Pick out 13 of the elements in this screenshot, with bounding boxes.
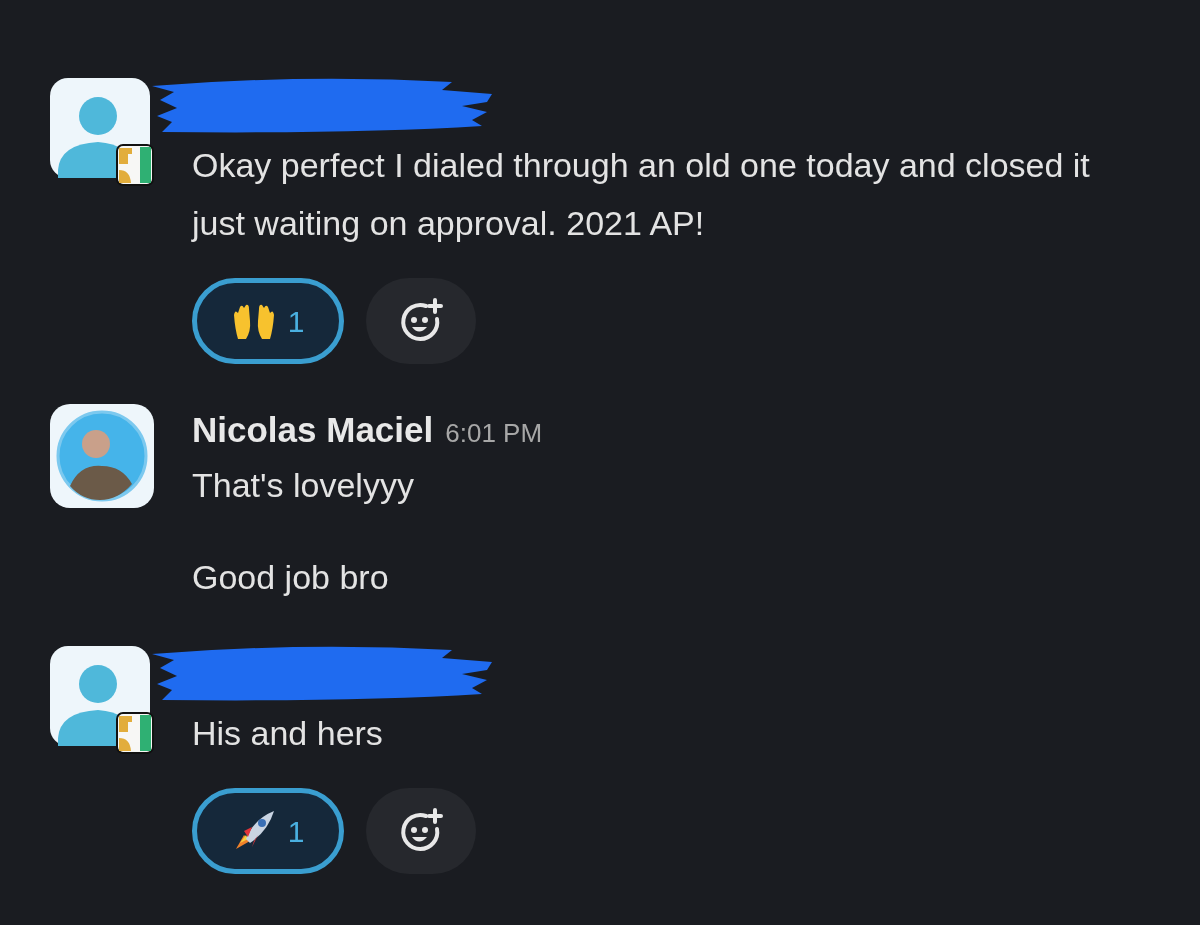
status-badge-icon: [116, 712, 154, 754]
message-text: Good job bro: [192, 557, 390, 598]
reaction-pill[interactable]: 1: [192, 788, 344, 874]
message-time: 6:01 PM: [445, 417, 543, 450]
reaction-pill[interactable]: 1: [192, 278, 344, 364]
author-name[interactable]: Nicolas Maciel: [192, 404, 434, 457]
message-text: That's lovelyyy: [192, 465, 415, 506]
add-emoji-icon: [398, 808, 444, 854]
status-badge-icon: [116, 144, 154, 186]
add-emoji-icon: [398, 298, 444, 344]
avatar-icon[interactable]: [50, 404, 154, 508]
message-text: Okay perfect I dialed through an old one today and closed it just waiting on approval. 2021 AP!: [192, 145, 1091, 244]
message-text: His and hers: [192, 713, 384, 754]
